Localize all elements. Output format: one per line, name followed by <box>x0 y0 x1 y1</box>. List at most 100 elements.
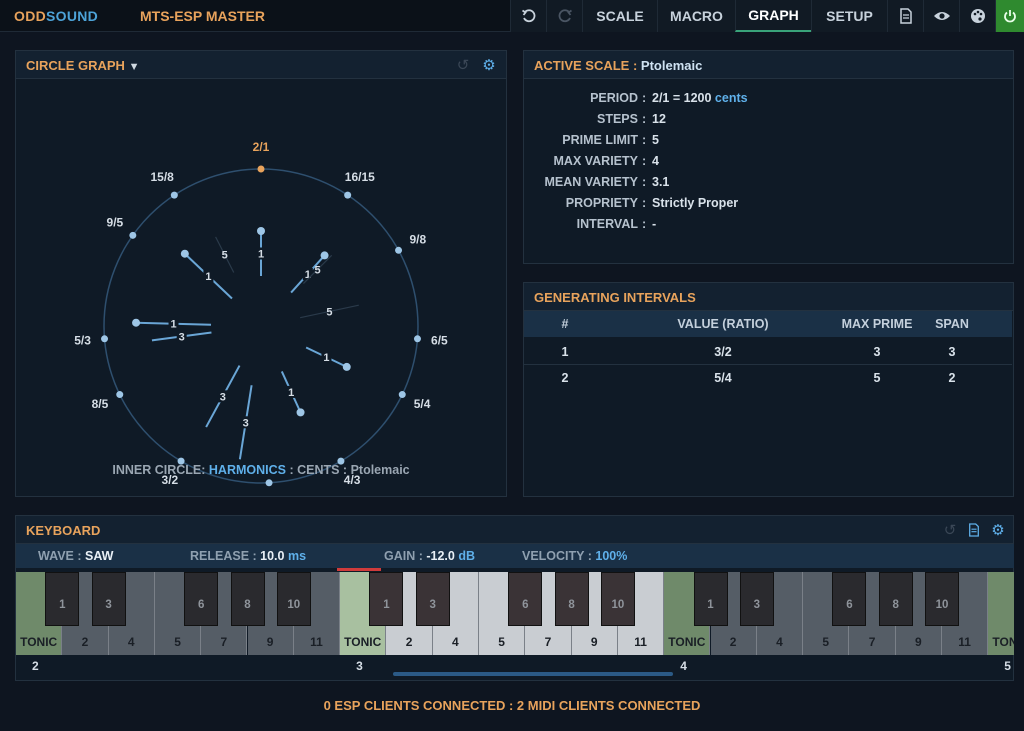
black-key[interactable]: 1 <box>369 572 403 626</box>
spoke-arrowhead <box>297 408 305 416</box>
key-label: 7 <box>201 635 246 649</box>
table-cell: 5 <box>874 371 881 385</box>
spoke-label: 1 <box>170 319 176 331</box>
scale-node <box>258 166 265 173</box>
black-key[interactable]: 8 <box>231 572 265 626</box>
table-row[interactable]: 2 5/4 5 2 <box>524 365 1012 391</box>
column-header: # <box>562 317 569 331</box>
power-button[interactable] <box>995 0 1024 32</box>
table-row[interactable]: 1 3/2 3 3 <box>524 339 1012 365</box>
key-label: 5 <box>155 635 200 649</box>
scale-node-label: 9/5 <box>107 216 124 230</box>
spoke-arrowhead <box>343 363 351 371</box>
wave-value: SAW <box>85 549 113 563</box>
scale-node-label: 8/5 <box>92 397 109 411</box>
white-key[interactable]: TONIC <box>988 572 1014 655</box>
tab-scale[interactable]: SCALE <box>582 0 657 32</box>
black-key[interactable]: 10 <box>601 572 635 626</box>
gain-param[interactable]: GAIN : -12.0 dB <box>384 549 475 563</box>
black-key[interactable]: 6 <box>184 572 218 626</box>
key-label: 4 <box>433 635 478 649</box>
release-label: RELEASE <box>190 549 249 563</box>
property-key: STEPS <box>597 112 638 126</box>
black-key[interactable]: 6 <box>832 572 866 626</box>
spoke-label: 5 <box>222 250 228 262</box>
table-cell: 1 <box>562 345 569 359</box>
black-key[interactable]: 8 <box>879 572 913 626</box>
key-label: 6 <box>185 599 217 611</box>
black-key[interactable]: 10 <box>925 572 959 626</box>
octave-label: 2 <box>32 659 39 673</box>
circle-graph-caption: INNER CIRCLE: HARMONICS : CENTS : Ptolem… <box>16 463 506 477</box>
outer-circle <box>104 169 418 483</box>
spoke-arrowhead <box>321 251 329 259</box>
key-label: TONIC <box>16 635 61 649</box>
reset-button[interactable]: ↺ <box>454 56 472 74</box>
generating-intervals-panel: GENERATING INTERVALS # VALUE (RATIO) MAX… <box>523 282 1014 497</box>
undo-button[interactable] <box>510 0 546 32</box>
palette-button[interactable] <box>959 0 995 32</box>
tab-macro[interactable]: MACRO <box>657 0 735 32</box>
redo-button[interactable] <box>546 0 582 32</box>
black-key[interactable]: 10 <box>277 572 311 626</box>
key-label: TONIC <box>340 635 385 649</box>
spoke-label: 1 <box>205 271 211 283</box>
keyboard-reset-button[interactable]: ↺ <box>941 521 959 539</box>
table-cell: 3 <box>874 345 881 359</box>
key-label: 10 <box>278 599 310 611</box>
black-key[interactable]: 6 <box>508 572 542 626</box>
black-key[interactable]: 3 <box>92 572 126 626</box>
palette-icon <box>970 8 986 24</box>
black-key[interactable]: 1 <box>45 572 79 626</box>
property-key: MEAN VARIETY <box>544 175 638 189</box>
active-scale-name: Ptolemaic <box>641 58 702 73</box>
scale-node <box>101 335 108 342</box>
piano-keyboard[interactable]: TONIC2457911TONIC2457911TONIC2457911TONI… <box>16 572 1014 655</box>
property-colon: : <box>642 154 646 168</box>
generating-intervals-title: GENERATING INTERVALS <box>534 290 696 305</box>
eye-icon <box>933 10 951 22</box>
scale-node-label: 9/8 <box>409 233 426 247</box>
release-param[interactable]: RELEASE : 10.0 ms <box>190 549 306 563</box>
scale-property-row: STEPS:12 <box>524 112 1004 132</box>
caption-mid: : CENTS : <box>286 463 351 477</box>
scale-property-row: PRIME LIMIT:5 <box>524 133 1004 153</box>
black-key[interactable]: 8 <box>555 572 589 626</box>
key-label: 10 <box>602 599 634 611</box>
caption-harmonics: HARMONICS <box>209 463 286 477</box>
keyboard-header: KEYBOARD ↺ ⚙ <box>16 516 1013 544</box>
column-header: MAX PRIME <box>842 317 913 331</box>
wave-param[interactable]: WAVE : SAW <box>38 549 113 563</box>
key-label: 11 <box>618 635 663 649</box>
key-label: 2 <box>62 635 107 649</box>
scale-property-row: MAX VARIETY:4 <box>524 154 1004 174</box>
scale-node <box>395 247 402 254</box>
scale-node <box>399 391 406 398</box>
black-key[interactable]: 3 <box>416 572 450 626</box>
property-colon: : <box>642 175 646 189</box>
octave-label: 5 <box>1004 659 1011 673</box>
black-key[interactable]: 3 <box>740 572 774 626</box>
settings-button[interactable]: ⚙ <box>480 56 498 74</box>
key-label: 1 <box>370 599 402 611</box>
keyboard-document-button[interactable] <box>965 521 983 539</box>
key-label: 5 <box>479 635 524 649</box>
property-key: MAX VARIETY <box>554 154 639 168</box>
circle-graph-title[interactable]: CIRCLE GRAPH ▼ <box>26 58 139 73</box>
black-key[interactable]: 1 <box>694 572 728 626</box>
velocity-param[interactable]: VELOCITY : 100% <box>522 549 627 563</box>
generating-intervals-header: GENERATING INTERVALS <box>524 283 1013 311</box>
document-button[interactable] <box>887 0 923 32</box>
spoke-arrowhead <box>257 227 265 235</box>
circle-graph-header: CIRCLE GRAPH ▼ ↺ ⚙ <box>16 51 506 79</box>
keyboard-scrollbar[interactable] <box>393 672 673 676</box>
tab-setup[interactable]: SETUP <box>811 0 887 32</box>
key-label: 3 <box>93 599 125 611</box>
scale-property-row: PERIOD:2/1 = 1200 cents <box>524 91 1004 111</box>
circle-graph-canvas[interactable]: 1111113335552/116/159/86/55/44/345/323/2… <box>16 79 506 496</box>
keyboard-settings-button[interactable]: ⚙ <box>989 521 1007 539</box>
view-button[interactable] <box>923 0 959 32</box>
undo-icon <box>521 8 537 24</box>
tab-graph[interactable]: GRAPH <box>735 0 811 32</box>
gear-icon: ⚙ <box>991 521 1004 539</box>
